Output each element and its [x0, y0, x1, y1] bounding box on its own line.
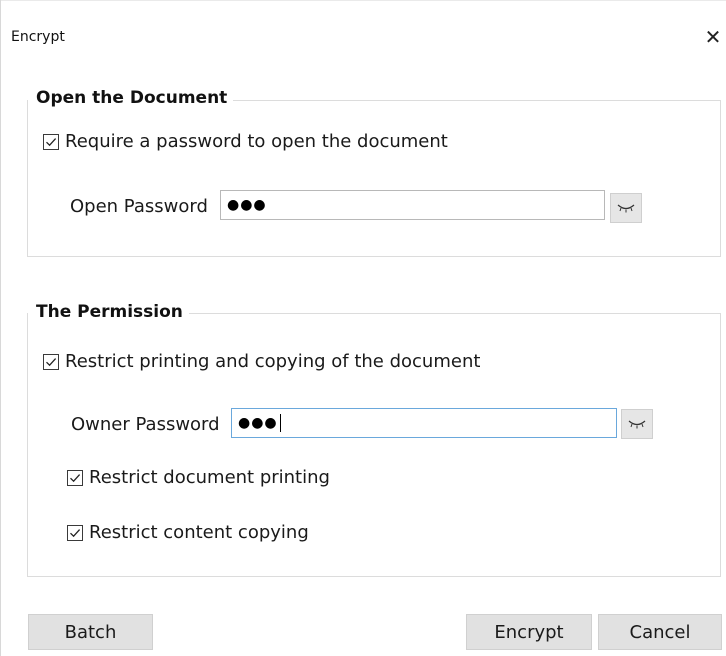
encrypt-button[interactable]: Encrypt	[466, 614, 592, 650]
open-password-label: Open Password	[70, 196, 208, 217]
encrypt-dialog: Encrypt ✕ Open the Document Require a pa…	[0, 0, 726, 656]
require-password-checkbox-row[interactable]: Require a password to open the document	[43, 131, 448, 152]
restrict-content-copying-checkbox[interactable]	[67, 524, 83, 541]
owner-password-label: Owner Password	[71, 414, 220, 435]
checkmark-icon	[70, 473, 81, 482]
cancel-button[interactable]: Cancel	[598, 614, 722, 650]
open-document-group	[27, 100, 721, 257]
restrict-printing-copying-checkbox[interactable]	[43, 353, 59, 370]
checkmark-icon	[46, 137, 57, 146]
restrict-document-printing-label: Restrict document printing	[89, 467, 330, 488]
open-document-legend: Open the Document	[28, 88, 234, 108]
text-caret	[279, 414, 281, 432]
open-password-value: ●●●	[227, 197, 267, 213]
require-password-checkbox[interactable]	[43, 133, 59, 150]
dialog-title: Encrypt	[11, 29, 65, 45]
batch-button[interactable]: Batch	[28, 614, 153, 650]
restrict-document-printing-checkbox[interactable]	[67, 469, 83, 486]
checkmark-icon	[46, 357, 57, 366]
permission-legend: The Permission	[28, 302, 189, 322]
require-password-label: Require a password to open the document	[65, 131, 448, 152]
owner-password-field[interactable]: ●●●	[231, 408, 617, 438]
open-password-reveal-button[interactable]	[610, 193, 642, 223]
restrict-content-copying-label: Restrict content copying	[89, 522, 309, 543]
restrict-content-copying-row[interactable]: Restrict content copying	[67, 522, 309, 543]
restrict-printing-copying-checkbox-row[interactable]: Restrict printing and copying of the doc…	[43, 351, 480, 372]
close-icon: ✕	[704, 25, 722, 49]
closed-eye-icon	[628, 420, 646, 429]
top-divider	[1, 0, 726, 1]
owner-password-value: ●●●	[238, 415, 278, 431]
restrict-printing-copying-label: Restrict printing and copying of the doc…	[65, 351, 481, 372]
open-password-field[interactable]: ●●●	[220, 190, 605, 220]
restrict-document-printing-row[interactable]: Restrict document printing	[67, 467, 330, 488]
closed-eye-icon	[617, 204, 635, 213]
owner-password-reveal-button[interactable]	[621, 409, 653, 439]
close-button[interactable]: ✕	[699, 22, 726, 52]
checkmark-icon	[70, 528, 81, 537]
